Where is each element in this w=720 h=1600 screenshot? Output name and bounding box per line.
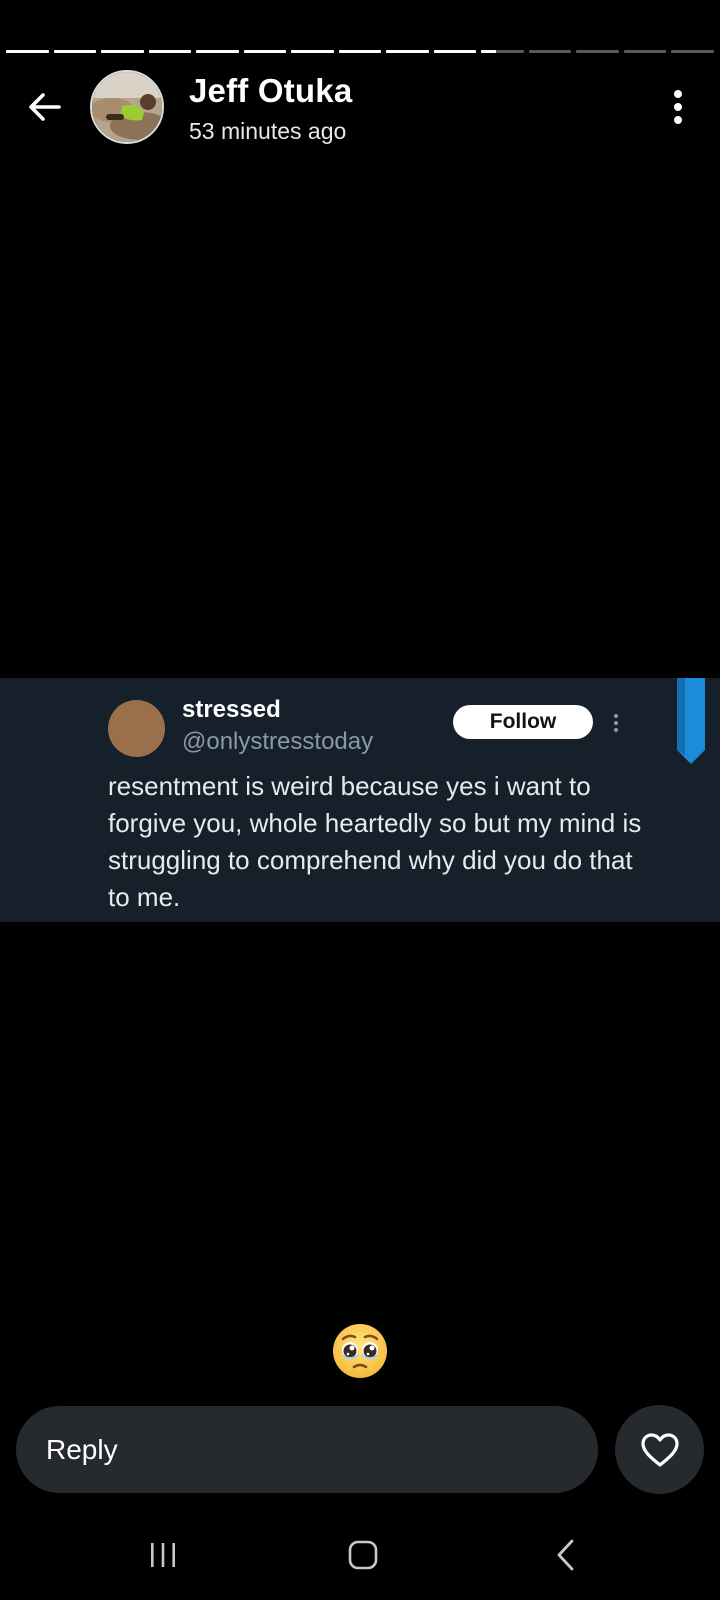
recents-button[interactable]: [133, 1530, 193, 1580]
heart-outline-icon: [640, 1432, 679, 1467]
system-navigation-bar: [0, 1520, 720, 1590]
story-progress-fill: [53, 50, 97, 53]
pleading-face-emoji: [331, 1322, 389, 1380]
like-button[interactable]: [615, 1405, 704, 1494]
reply-placeholder: Reply: [46, 1433, 118, 1465]
story-progress-segment: [386, 50, 429, 53]
story-progress-segment: [243, 50, 287, 53]
story-media-tweet-screenshot: stressed @onlystresstoday Follow resentm…: [0, 678, 720, 922]
avatar[interactable]: [90, 70, 164, 144]
tweet-text: resentment is weird because yes i want t…: [108, 771, 642, 912]
story-progress-fill: [148, 50, 192, 53]
reply-input[interactable]: Reply: [16, 1406, 598, 1493]
story-progress-segment: [53, 50, 97, 53]
story-progress-fill: [101, 50, 144, 53]
story-progress-fill: [291, 50, 334, 53]
story-progress-fill: [481, 50, 497, 53]
profile-photo: [92, 72, 162, 142]
story-progress-segment: [6, 50, 49, 53]
story-progress-segment: [338, 50, 382, 53]
story-progress-fill: [196, 50, 239, 53]
arrow-left-icon: [29, 93, 61, 121]
system-back-button[interactable]: [536, 1530, 596, 1580]
tweet-display-name: stressed: [182, 696, 281, 723]
story-progress-segment: [623, 50, 667, 53]
story-progress-fill: [6, 50, 49, 53]
home-button[interactable]: [333, 1530, 393, 1580]
story-user-name[interactable]: Jeff Otuka: [189, 72, 352, 110]
story-progress-fill: [243, 50, 287, 53]
story-progress-segment: [291, 50, 334, 53]
tweet-handle: @onlystresstoday: [182, 728, 374, 755]
story-progress-fill: [433, 50, 477, 53]
story-progress-segment: [481, 50, 524, 53]
story-progress-segment: [101, 50, 144, 53]
more-options-button[interactable]: [656, 82, 700, 132]
bookmark-ribbon-icon: [677, 678, 705, 764]
story-header: Jeff Otuka 53 minutes ago: [0, 64, 720, 148]
story-progress-segment: [196, 50, 239, 53]
back-chevron-icon: [557, 1539, 574, 1571]
recents-icon: [151, 1543, 175, 1567]
story-progress-segment: [433, 50, 477, 53]
story-progress-bar: [6, 50, 714, 53]
story-progress-segment: [671, 50, 714, 53]
story-progress-fill: [338, 50, 382, 53]
tweet-follow-button: Follow: [453, 705, 593, 739]
tweet-more-icon: [606, 708, 626, 738]
story-progress-fill: [386, 50, 429, 53]
story-progress-segment: [148, 50, 192, 53]
back-button[interactable]: [22, 84, 68, 130]
story-progress-segment: [576, 50, 619, 53]
story-timestamp: 53 minutes ago: [189, 118, 347, 144]
story-progress-segment: [528, 50, 572, 53]
more-vertical-icon: [674, 90, 682, 124]
tweet-avatar: [108, 700, 165, 757]
home-icon: [348, 1540, 378, 1570]
